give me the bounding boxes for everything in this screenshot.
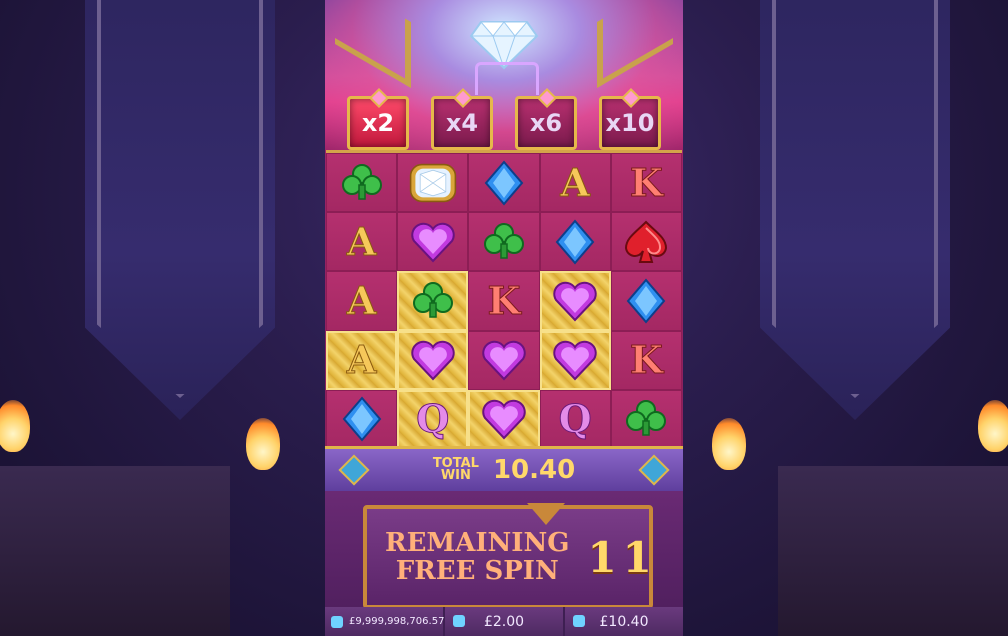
footer-bar: £9,999,998,706.57 £2.00 £10.40: [325, 607, 683, 636]
win-value: £10.40: [599, 613, 649, 630]
win-box: £10.40: [565, 607, 683, 636]
letter-a-icon: A: [338, 277, 386, 325]
right-pedestal: [778, 466, 1008, 636]
symbol-letter: K: [629, 159, 663, 205]
blue-diamond-icon: [338, 395, 386, 443]
grid-cell: [326, 389, 398, 449]
letter-a-icon: A: [338, 218, 386, 266]
candle-flame-icon: [246, 418, 280, 470]
letter-a-icon: A: [338, 336, 386, 384]
grid-cell: [326, 153, 398, 213]
letter-q-icon: Q: [409, 395, 457, 443]
grid-cell: [610, 389, 682, 449]
symbol-letter: A: [346, 337, 377, 383]
candle-flame-icon: [978, 400, 1008, 452]
chevron-down-icon: [527, 503, 565, 525]
club-icon: [409, 277, 457, 325]
bet-value: £2.00: [483, 613, 525, 630]
wallet-icon: [331, 615, 343, 628]
letter-k-icon: K: [480, 277, 528, 325]
letter-k-icon: K: [622, 336, 670, 384]
bet-box[interactable]: £2.00: [445, 607, 563, 636]
left-pedestal: [0, 466, 230, 636]
heart-gem-icon: [409, 336, 457, 384]
multiplier-x4: x4: [431, 96, 493, 150]
club-icon: [480, 218, 528, 266]
grid-cell: A: [326, 212, 398, 272]
total-win-label: TOTAL WIN: [433, 457, 479, 483]
grid-cell: A: [539, 153, 611, 213]
symbol-letter: A: [346, 277, 377, 323]
grid-cell: Q: [539, 389, 611, 449]
grid-cell: A: [326, 330, 398, 390]
symbol-letter: A: [346, 218, 377, 264]
game-panel: x2 x4 x6 x10 AKAAKAKQQ TOTAL WIN 10.40 REMA…: [325, 0, 683, 636]
grid-cell: Q: [397, 389, 469, 449]
gem-ornament-icon: [338, 454, 370, 486]
grid-cell: [539, 330, 611, 390]
multiplier-x6: x6: [515, 96, 577, 150]
diamond-pedestal: [475, 62, 539, 95]
candle-flame-icon: [712, 418, 746, 470]
grid-cell: A: [326, 271, 398, 331]
heart-gem-icon: [480, 395, 528, 443]
letter-q-icon: Q: [551, 395, 599, 443]
blue-diamond-icon: [480, 159, 528, 207]
club-icon: [622, 395, 670, 443]
club-icon: [338, 159, 386, 207]
grid-cell: [397, 212, 469, 272]
win-badge-icon: [573, 615, 585, 627]
coin-stack-icon: [453, 615, 465, 627]
heart-gem-icon: [551, 336, 599, 384]
symbol-letter: K: [487, 277, 521, 323]
reel-grid: AKAAKAKQQ: [326, 150, 682, 449]
grid-cell: [397, 153, 469, 213]
grid-cell: [610, 212, 682, 272]
grid-cell: K: [610, 153, 682, 213]
heart-gem-icon: [480, 336, 528, 384]
symbol-letter: Q: [558, 396, 592, 442]
diamond-gem-icon: [409, 159, 457, 207]
balance-value: £9,999,998,706.57: [349, 616, 445, 627]
symbol-letter: A: [560, 159, 591, 205]
grid-cell: [397, 330, 469, 390]
grid-cell: [397, 271, 469, 331]
remaining-free-spin-frame: REMAINING FREE SPIN 11: [363, 503, 653, 609]
remaining-free-spin-panel: REMAINING FREE SPIN 11: [325, 491, 683, 609]
total-win-label-line2: WIN: [440, 468, 471, 483]
multiplier-x10: x10: [599, 96, 661, 150]
grid-cell: [610, 271, 682, 331]
total-win-value: 10.40: [492, 455, 576, 485]
total-win-bar: TOTAL WIN 10.40: [325, 446, 683, 494]
grid-cell: [539, 271, 611, 331]
gem-ornament-icon: [638, 454, 670, 486]
candle-flame-icon: [0, 400, 30, 452]
symbol-letter: K: [629, 337, 663, 383]
grid-cell: K: [468, 271, 540, 331]
remaining-free-spin-count: 11: [587, 532, 658, 582]
grid-cell: [468, 389, 540, 449]
letter-k-icon: K: [622, 159, 670, 207]
heart-gem-icon: [409, 218, 457, 266]
balance-box[interactable]: £9,999,998,706.57: [325, 607, 445, 636]
heart-gem-icon: [551, 277, 599, 325]
remaining-label-line1: REMAINING: [385, 528, 570, 558]
multiplier-x2: x2: [347, 96, 409, 150]
blue-diamond-icon: [622, 277, 670, 325]
remaining-label-line2: FREE SPIN: [395, 556, 559, 586]
grid-cell: [468, 153, 540, 213]
grid-cell: K: [610, 330, 682, 390]
grid-cell: [468, 212, 540, 272]
remaining-free-spin-label: REMAINING FREE SPIN: [385, 529, 569, 585]
blue-diamond-icon: [551, 218, 599, 266]
grid-cell: [468, 330, 540, 390]
letter-a-icon: A: [551, 159, 599, 207]
grid-cell: [539, 212, 611, 272]
spade-icon: [622, 218, 670, 266]
multiplier-row: x2 x4 x6 x10: [347, 96, 661, 150]
symbol-letter: Q: [416, 396, 450, 442]
